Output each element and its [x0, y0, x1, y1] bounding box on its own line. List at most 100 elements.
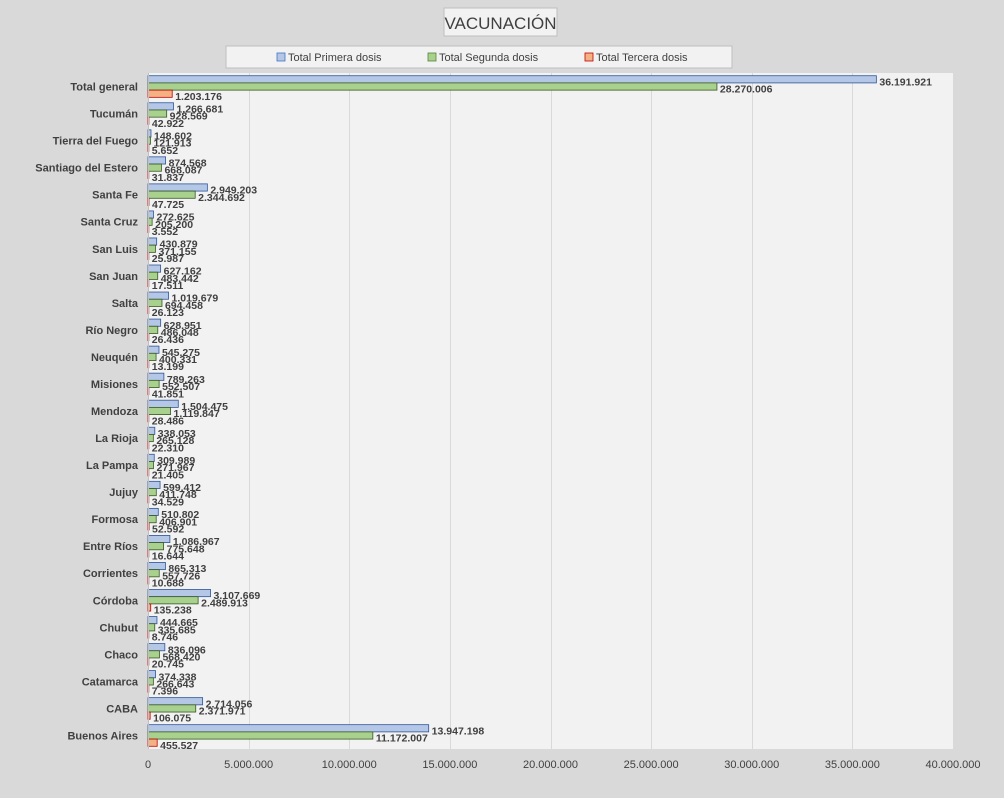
category-label: La Rioja	[95, 433, 139, 445]
category-label: Chubut	[100, 622, 139, 634]
category-label: Buenos Aires	[67, 730, 138, 742]
data-label: 26.436	[152, 334, 184, 346]
bar-primera	[147, 264, 162, 273]
data-label: 11.172.007	[376, 733, 428, 745]
data-label: 135.238	[154, 605, 192, 617]
bar-primera	[147, 156, 167, 165]
bar-segunda	[147, 704, 197, 713]
category-label: Santa Fe	[92, 190, 138, 202]
bar-segunda	[147, 623, 156, 632]
bar-segunda	[147, 379, 160, 388]
category-label: Jujuy	[109, 487, 139, 499]
data-label: 106.075	[153, 713, 191, 725]
category-label: Total general	[70, 82, 138, 94]
x-tick-label: 20.000.000	[523, 759, 578, 771]
bar-primera	[147, 507, 159, 516]
bar-primera	[147, 724, 430, 733]
category-label: Río Negro	[85, 325, 138, 337]
category-label: Tucumán	[90, 109, 138, 121]
bar-primera	[147, 643, 166, 652]
legend-swatch-segunda	[427, 52, 437, 62]
bar-segunda	[147, 488, 157, 497]
category-label: Corrientes	[83, 568, 138, 580]
data-label: 26.123	[152, 307, 184, 319]
bar-segunda	[147, 352, 157, 361]
category-label: Neuquén	[91, 352, 138, 364]
bar-primera	[147, 291, 169, 300]
category-label: CABA	[106, 703, 138, 715]
bar-chart: VACUNACIÓN Total Primera dosis Total Seg…	[35, 7, 981, 771]
legend-label-segunda: Total Segunda dosis	[439, 52, 539, 64]
x-tick-label: 15.000.000	[422, 759, 477, 771]
x-tick-label: 10.000.000	[322, 759, 377, 771]
category-label: Salta	[112, 298, 139, 310]
legend-swatch-tercera	[584, 52, 594, 62]
bar-segunda	[147, 244, 156, 253]
category-label: Santiago del Estero	[35, 163, 138, 175]
bar-segunda	[147, 542, 165, 551]
bar-segunda	[147, 325, 159, 334]
category-label: Córdoba	[93, 595, 139, 607]
bar-primera	[147, 372, 165, 381]
category-label: Entre Ríos	[83, 541, 138, 553]
data-label: 41.851	[152, 388, 184, 400]
bar-primera	[147, 399, 179, 408]
data-label: 10.688	[152, 578, 184, 590]
bar-segunda	[147, 406, 171, 415]
category-label: San Luis	[92, 244, 138, 256]
chart-title-text: VACUNACIÓN	[444, 14, 556, 33]
data-label: 34.529	[152, 496, 184, 508]
bar-primera	[147, 426, 156, 435]
legend-label-tercera: Total Tercera dosis	[596, 52, 688, 64]
data-label: 7.396	[152, 686, 178, 698]
data-label: 22.310	[152, 442, 184, 454]
category-label: Mendoza	[91, 406, 139, 418]
data-label: 36.191.921	[879, 76, 932, 88]
bar-primera	[147, 318, 162, 327]
data-label: 455.527	[160, 740, 198, 752]
x-tick-label: 40.000.000	[925, 759, 980, 771]
bar-segunda	[147, 82, 718, 91]
bar-primera	[147, 535, 171, 544]
category-label: Misiones	[91, 379, 138, 391]
plot-area-background	[148, 73, 953, 749]
legend-label-primera: Total Primera dosis	[288, 52, 382, 64]
x-tick-label: 5.000.000	[224, 759, 273, 771]
bar-primera	[147, 562, 166, 571]
chart-title: VACUNACIÓN	[443, 7, 558, 37]
x-tick-label: 0	[145, 759, 151, 771]
bar-primera	[147, 480, 161, 489]
bar-segunda	[147, 109, 168, 118]
bar-segunda	[147, 650, 160, 659]
chart-container: VACUNACIÓN Total Primera dosis Total Seg…	[0, 0, 1004, 793]
data-label: 2.489.913	[201, 597, 248, 609]
data-label: 20.745	[152, 659, 184, 671]
x-tick-label: 25.000.000	[624, 759, 679, 771]
bar-segunda	[147, 596, 199, 605]
legend: Total Primera dosis Total Segunda dosis …	[225, 45, 733, 69]
data-label: 2.344.692	[198, 192, 245, 204]
bar-primera	[147, 237, 158, 246]
bar-primera	[147, 589, 211, 598]
bar-primera	[147, 183, 208, 192]
data-label: 3.552	[152, 226, 178, 238]
category-label: Catamarca	[82, 676, 139, 688]
bar-primera	[147, 345, 160, 354]
category-label: Formosa	[92, 514, 139, 526]
category-label: La Pampa	[86, 460, 139, 472]
category-labels: Total general Tucumán Tierra del Fuego Sant…	[35, 82, 139, 743]
bar-segunda	[147, 163, 162, 172]
data-label: 13.947.198	[432, 725, 485, 737]
data-label: 31.837	[152, 172, 184, 184]
bar-segunda	[147, 190, 196, 199]
data-label: 47.725	[152, 199, 184, 211]
data-label: 8.746	[152, 632, 178, 644]
bar-primera	[147, 102, 174, 111]
bar-segunda	[147, 569, 160, 578]
bar-primera	[147, 697, 204, 706]
data-label: 42.922	[152, 118, 184, 130]
data-label: 21.405	[152, 469, 184, 481]
data-label: 1.203.176	[175, 91, 222, 103]
category-label: Chaco	[104, 649, 138, 661]
bar-segunda	[147, 731, 374, 740]
